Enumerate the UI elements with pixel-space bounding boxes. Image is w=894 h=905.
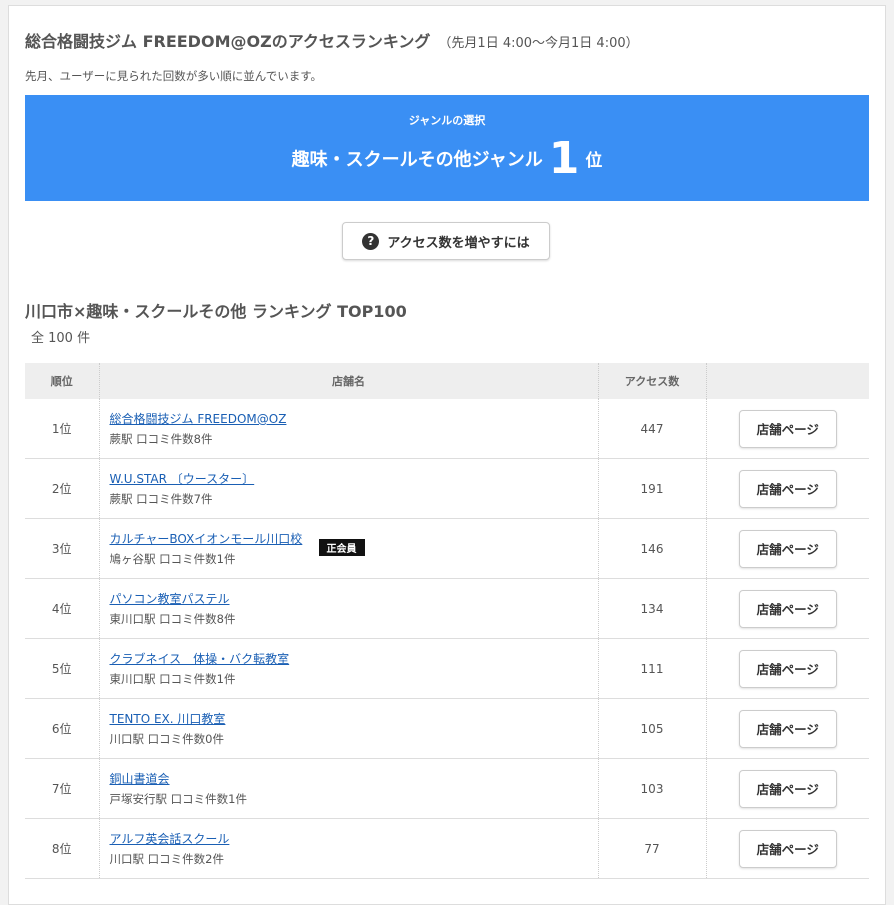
store-page-button[interactable]: 店舗ページ bbox=[738, 469, 837, 508]
rank-cell: 8位 bbox=[25, 818, 100, 879]
rank-cell: 4位 bbox=[25, 578, 100, 639]
shop-cell: パソコン教室パステル 東川口駅 口コミ件数8件 bbox=[99, 578, 599, 639]
rank-cell: 7位 bbox=[25, 758, 100, 819]
table-row: 7位 銅山書道会 戸塚安行駅 口コミ件数1件 103 店舗ページ bbox=[25, 758, 869, 819]
table-row: 1位 総合格闘技ジム FREEDOM@OZ 蕨駅 口コミ件数8件 447 店舗ペ… bbox=[25, 399, 869, 459]
genre-rank-number: 1 bbox=[548, 133, 580, 184]
access-count-cell: 103 bbox=[598, 758, 707, 819]
shop-name-link[interactable]: W.U.STAR 〔ウースター〕 bbox=[110, 470, 255, 487]
table-row: 2位 W.U.STAR 〔ウースター〕 蕨駅 口コミ件数7件 191 店舗ページ bbox=[25, 458, 869, 519]
shop-meta: 川口駅 口コミ件数2件 bbox=[109, 852, 224, 866]
column-header-action bbox=[706, 363, 869, 399]
page-header: 総合格闘技ジム FREEDOM@OZのアクセスランキング （先月1日 4:00〜今… bbox=[25, 28, 639, 52]
increase-access-label: アクセス数を増やすには bbox=[387, 235, 530, 251]
ranking-page: 総合格闘技ジム FREEDOM@OZのアクセスランキング （先月1日 4:00〜今… bbox=[8, 5, 886, 905]
column-header-rank: 順位 bbox=[25, 363, 100, 399]
rank-cell: 6位 bbox=[25, 698, 100, 759]
action-cell: 店舗ページ bbox=[706, 399, 869, 459]
shop-meta: 川口駅 口コミ件数0件 bbox=[109, 732, 224, 746]
genre-rank-unit: 位 bbox=[585, 151, 603, 171]
shop-meta: 蕨駅 口コミ件数7件 bbox=[109, 492, 213, 506]
action-cell: 店舗ページ bbox=[706, 578, 869, 639]
store-page-button[interactable]: 店舗ページ bbox=[738, 409, 837, 448]
table-row: 3位 カルチャーBOXイオンモール川口校 鳩ヶ谷駅 口コミ件数1件 正会員 14… bbox=[25, 518, 869, 579]
access-count-cell: 105 bbox=[598, 698, 707, 759]
shop-meta: 戸塚安行駅 口コミ件数1件 bbox=[109, 792, 247, 806]
member-badge: 正会員 bbox=[318, 539, 365, 556]
shop-cell: カルチャーBOXイオンモール川口校 鳩ヶ谷駅 口コミ件数1件 正会員 bbox=[99, 518, 599, 579]
shop-meta: 蕨駅 口コミ件数8件 bbox=[109, 432, 213, 446]
genre-rank-line: 趣味・スクールその他ジャンル 1 位 bbox=[25, 133, 869, 184]
column-header-access: アクセス数 bbox=[598, 363, 707, 399]
shop-cell: アルフ英会話スクール 川口駅 口コミ件数2件 bbox=[99, 818, 599, 879]
action-cell: 店舗ページ bbox=[706, 518, 869, 579]
store-page-button[interactable]: 店舗ページ bbox=[738, 829, 837, 868]
shop-name-link[interactable]: クラブネイス 体操・バク転教室 bbox=[110, 650, 290, 667]
page-title: 総合格闘技ジム FREEDOM@OZのアクセスランキング bbox=[25, 32, 431, 51]
rank-cell: 3位 bbox=[25, 518, 100, 579]
access-count-cell: 134 bbox=[598, 578, 707, 639]
shop-name-link[interactable]: カルチャーBOXイオンモール川口校 bbox=[110, 530, 303, 547]
access-count-cell: 77 bbox=[598, 818, 707, 879]
genre-select-label: ジャンルの選択 bbox=[408, 114, 486, 127]
genre-name: 趣味・スクールその他ジャンル bbox=[291, 149, 543, 171]
table-row: 5位 クラブネイス 体操・バク転教室 東川口駅 口コミ件数1件 111 店舗ペー… bbox=[25, 638, 869, 699]
shop-cell: W.U.STAR 〔ウースター〕 蕨駅 口コミ件数7件 bbox=[99, 458, 599, 519]
shop-name-link[interactable]: 総合格闘技ジム FREEDOM@OZ bbox=[110, 410, 287, 427]
column-header-shop: 店舗名 bbox=[99, 363, 599, 399]
rank-cell: 2位 bbox=[25, 458, 100, 519]
action-cell: 店舗ページ bbox=[706, 818, 869, 879]
shop-cell: 銅山書道会 戸塚安行駅 口コミ件数1件 bbox=[99, 758, 599, 819]
store-page-button[interactable]: 店舗ページ bbox=[738, 709, 837, 748]
page-description: 先月、ユーザーに見られた回数が多い順に並んでいます。 bbox=[25, 69, 323, 83]
genre-rank-banner: ジャンルの選択 趣味・スクールその他ジャンル 1 位 bbox=[25, 95, 869, 201]
action-cell: 店舗ページ bbox=[706, 758, 869, 819]
store-page-button[interactable]: 店舗ページ bbox=[738, 649, 837, 688]
shop-meta: 東川口駅 口コミ件数8件 bbox=[109, 612, 236, 626]
rank-cell: 1位 bbox=[25, 399, 100, 459]
access-count-cell: 447 bbox=[598, 399, 707, 459]
store-page-button[interactable]: 店舗ページ bbox=[738, 529, 837, 568]
question-circle-icon: ? bbox=[362, 232, 380, 250]
access-count-cell: 146 bbox=[598, 518, 707, 579]
shop-name-link[interactable]: TENTO EX. 川口教室 bbox=[110, 710, 226, 727]
increase-access-button[interactable]: ? アクセス数を増やすには bbox=[342, 222, 550, 260]
ranking-table: 順位 店舗名 アクセス数 1位 総合格闘技ジム FREEDOM@OZ 蕨駅 口コ… bbox=[25, 363, 869, 879]
shop-name-link[interactable]: パソコン教室パステル bbox=[110, 590, 230, 607]
table-header-row: 順位 店舗名 アクセス数 bbox=[25, 363, 869, 399]
action-cell: 店舗ページ bbox=[706, 698, 869, 759]
shop-meta: 東川口駅 口コミ件数1件 bbox=[109, 672, 236, 686]
store-page-button[interactable]: 店舗ページ bbox=[738, 589, 837, 628]
rank-cell: 5位 bbox=[25, 638, 100, 699]
shop-cell: TENTO EX. 川口教室 川口駅 口コミ件数0件 bbox=[99, 698, 599, 759]
table-row: 6位 TENTO EX. 川口教室 川口駅 口コミ件数0件 105 店舗ページ bbox=[25, 698, 869, 759]
shop-cell: 総合格闘技ジム FREEDOM@OZ 蕨駅 口コミ件数8件 bbox=[99, 399, 599, 459]
table-row: 4位 パソコン教室パステル 東川口駅 口コミ件数8件 134 店舗ページ bbox=[25, 578, 869, 639]
access-count-cell: 191 bbox=[598, 458, 707, 519]
ranking-title: 川口市×趣味・スクールその他 ランキング TOP100 bbox=[25, 302, 407, 321]
access-count-cell: 111 bbox=[598, 638, 707, 699]
store-page-button[interactable]: 店舗ページ bbox=[738, 769, 837, 808]
action-cell: 店舗ページ bbox=[706, 638, 869, 699]
ranking-count: 全 100 件 bbox=[31, 331, 91, 346]
shop-name-link[interactable]: アルフ英会話スクール bbox=[110, 830, 230, 847]
shop-name-link[interactable]: 銅山書道会 bbox=[110, 770, 170, 787]
ranking-period: （先月1日 4:00〜今月1日 4:00） bbox=[438, 36, 639, 51]
table-row: 8位 アルフ英会話スクール 川口駅 口コミ件数2件 77 店舗ページ bbox=[25, 818, 869, 879]
action-cell: 店舗ページ bbox=[706, 458, 869, 519]
shop-cell: クラブネイス 体操・バク転教室 東川口駅 口コミ件数1件 bbox=[99, 638, 599, 699]
